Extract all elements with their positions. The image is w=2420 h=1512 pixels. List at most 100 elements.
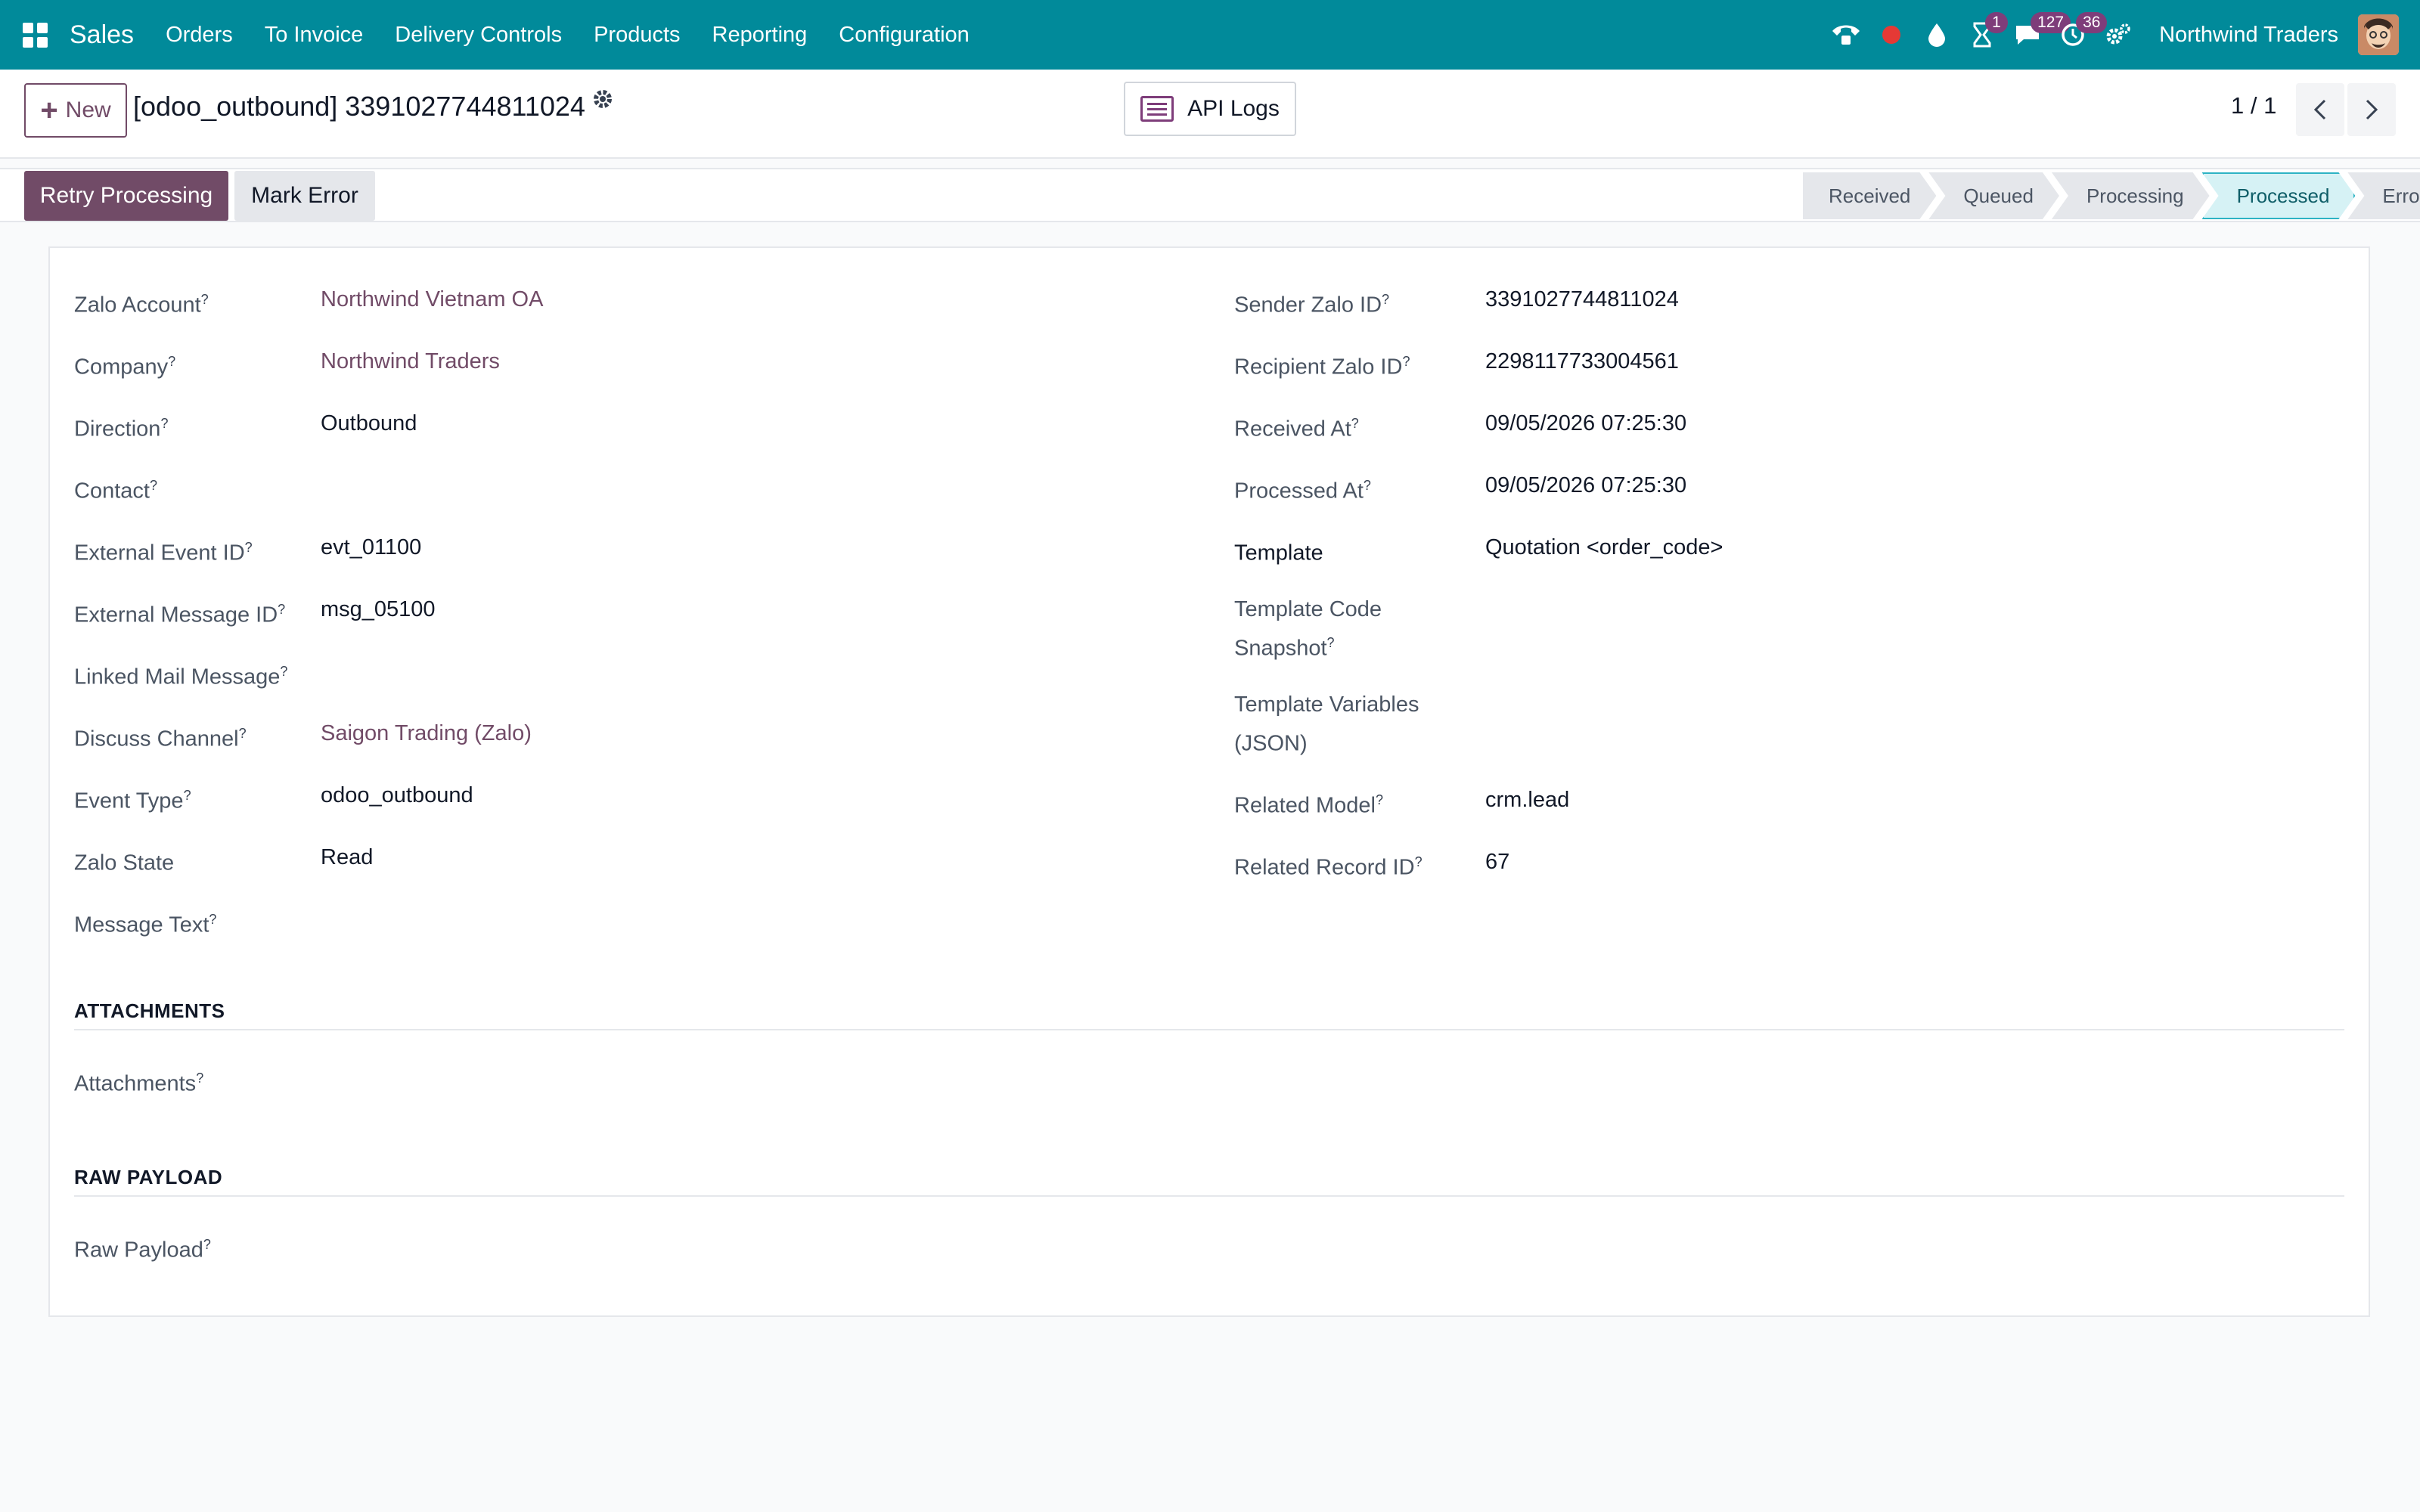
field-zalo-state: Zalo State Read — [74, 829, 1208, 891]
help-tooltip-icon[interactable]: ? — [1364, 478, 1371, 493]
sender-zalo-id-value: 3391027744811024 — [1485, 287, 1679, 311]
help-tooltip-icon[interactable]: ? — [1415, 854, 1423, 869]
user-avatar[interactable] — [2358, 14, 2399, 55]
discuss-channel-link[interactable]: Saigon Trading (Zalo) — [321, 717, 532, 750]
chevron-left-icon — [2313, 99, 2326, 120]
menu-to-invoice[interactable]: To Invoice — [265, 23, 364, 48]
field-direction: Direction? Outbound — [74, 395, 1208, 457]
help-tooltip-icon[interactable]: ? — [160, 416, 168, 431]
field-label: Template Variables (JSON) — [1234, 692, 1419, 756]
field-event-type: Event Type? odoo_outbound — [74, 767, 1208, 829]
menu-orders[interactable]: Orders — [166, 23, 233, 48]
help-tooltip-icon[interactable]: ? — [201, 292, 209, 307]
help-tooltip-icon[interactable]: ? — [1376, 792, 1383, 807]
help-tooltip-icon[interactable]: ? — [209, 912, 216, 927]
record-icon[interactable] — [1869, 0, 1914, 70]
list-icon — [1140, 96, 1174, 122]
stage-error[interactable]: Error — [2347, 172, 2420, 219]
field-template: Template Quotation <order_code> — [1234, 519, 2346, 581]
stage-processed[interactable]: Processed — [2202, 172, 2356, 219]
related-record-id-value: 67 — [1485, 850, 1510, 874]
field-label: Recipient Zalo ID — [1234, 355, 1403, 380]
phone-icon[interactable] — [1823, 0, 1869, 70]
plus-icon: + — [40, 94, 58, 127]
pager-value[interactable]: 1 / 1 — [2231, 92, 2276, 119]
field-zalo-account: Zalo Account? Northwind Vietnam OA — [74, 271, 1208, 333]
top-navbar: Sales Orders To Invoice Delivery Control… — [0, 0, 2420, 70]
field-label: Template Code Snapshot — [1234, 597, 1382, 661]
help-tooltip-icon[interactable]: ? — [168, 354, 175, 369]
field-raw-payload: Raw Payload? — [74, 1228, 830, 1267]
help-tooltip-icon[interactable]: ? — [196, 1070, 203, 1086]
received-at-value: 09/05/2026 07:25:30 — [1485, 411, 1687, 435]
company-link[interactable]: Northwind Traders — [321, 345, 500, 378]
retry-processing-button[interactable]: Retry Processing — [24, 171, 228, 221]
field-label: Direction — [74, 417, 161, 442]
field-received-at: Received At? 09/05/2026 07:25:30 — [1234, 395, 2346, 457]
field-discuss-channel: Discuss Channel? Saigon Trading (Zalo) — [74, 705, 1208, 767]
help-tooltip-icon[interactable]: ? — [184, 788, 191, 803]
help-tooltip-icon[interactable]: ? — [1402, 354, 1410, 369]
field-contact: Contact? — [74, 457, 1208, 519]
help-tooltip-icon[interactable]: ? — [1327, 635, 1335, 650]
pager-previous-button[interactable] — [2296, 83, 2344, 136]
field-template-code-snapshot: Template Code Snapshot? — [1234, 581, 2346, 676]
activity-hourglass-icon[interactable]: 1 — [1959, 0, 2008, 70]
help-tooltip-icon[interactable]: ? — [280, 664, 287, 679]
menu-reporting[interactable]: Reporting — [712, 23, 808, 48]
field-related-record-id: Related Record ID? 67 — [1234, 833, 2346, 895]
record-actions-gear-icon[interactable] — [591, 88, 614, 117]
company-switcher[interactable]: Northwind Traders — [2159, 23, 2338, 48]
clock-icon[interactable]: 36 — [2050, 0, 2108, 70]
help-tooltip-icon[interactable]: ? — [1351, 416, 1359, 431]
related-model-value: crm.lead — [1485, 788, 1570, 812]
help-tooltip-icon[interactable]: ? — [150, 478, 157, 493]
stage-processing[interactable]: Processing — [2052, 172, 2210, 219]
field-label: Zalo Account — [74, 293, 201, 318]
zalo-account-link[interactable]: Northwind Vietnam OA — [321, 283, 543, 316]
drop-icon[interactable] — [1914, 0, 1959, 70]
messages-icon[interactable]: 127 — [2005, 0, 2071, 70]
field-label: Received At — [1234, 417, 1351, 442]
pager-next-button[interactable] — [2347, 83, 2396, 136]
new-button-label: New — [65, 98, 111, 122]
field-label: Company — [74, 355, 169, 380]
help-tooltip-icon[interactable]: ? — [239, 726, 247, 741]
template-value[interactable]: Quotation <order_code> — [1485, 531, 1723, 564]
stage-received[interactable]: Received — [1803, 172, 1936, 219]
field-label: Template — [1234, 541, 1323, 565]
field-label: Related Record ID — [1234, 855, 1415, 880]
field-linked-mail-message: Linked Mail Message? — [74, 643, 1208, 705]
settings-gears-icon[interactable] — [2096, 0, 2141, 70]
systray: 1 127 36 Northwind Traders — [1823, 0, 2420, 70]
stage-queued[interactable]: Queued — [1928, 172, 2059, 219]
stage-pipeline: Received Queued Processing Processed Err… — [1803, 172, 2420, 219]
field-label: Raw Payload — [74, 1238, 203, 1263]
help-tooltip-icon[interactable]: ? — [203, 1237, 211, 1252]
help-tooltip-icon[interactable]: ? — [278, 602, 285, 617]
field-label: Related Model — [1234, 793, 1376, 818]
field-label: Linked Mail Message — [74, 665, 281, 689]
help-tooltip-icon[interactable]: ? — [245, 540, 253, 555]
external-message-id-value: msg_05100 — [321, 597, 436, 621]
field-label: External Message ID — [74, 603, 278, 627]
field-label: External Event ID — [74, 541, 245, 565]
field-label: Discuss Channel — [74, 727, 239, 751]
app-brand[interactable]: Sales — [70, 20, 134, 50]
field-company: Company? Northwind Traders — [74, 333, 1208, 395]
field-related-model: Related Model? crm.lead — [1234, 771, 2346, 833]
field-sender-zalo-id: Sender Zalo ID? 3391027744811024 — [1234, 271, 2346, 333]
field-external-event-id: External Event ID? evt_01100 — [74, 519, 1208, 581]
event-type-value: odoo_outbound — [321, 783, 473, 807]
menu-configuration[interactable]: Configuration — [839, 23, 970, 48]
menu-delivery-controls[interactable]: Delivery Controls — [395, 23, 562, 48]
menu-products[interactable]: Products — [594, 23, 680, 48]
recipient-zalo-id-value: 2298117733004561 — [1485, 349, 1679, 373]
app-menu-button[interactable] — [0, 0, 70, 70]
left-field-group: Zalo Account? Northwind Vietnam OA Compa… — [74, 271, 1208, 953]
mark-error-button[interactable]: Mark Error — [234, 171, 375, 221]
help-tooltip-icon[interactable]: ? — [1382, 292, 1389, 307]
new-button[interactable]: + New — [24, 83, 127, 138]
api-logs-button[interactable]: API Logs — [1124, 82, 1296, 136]
raw-payload-section-title: RAW PAYLOAD — [74, 1166, 2344, 1197]
